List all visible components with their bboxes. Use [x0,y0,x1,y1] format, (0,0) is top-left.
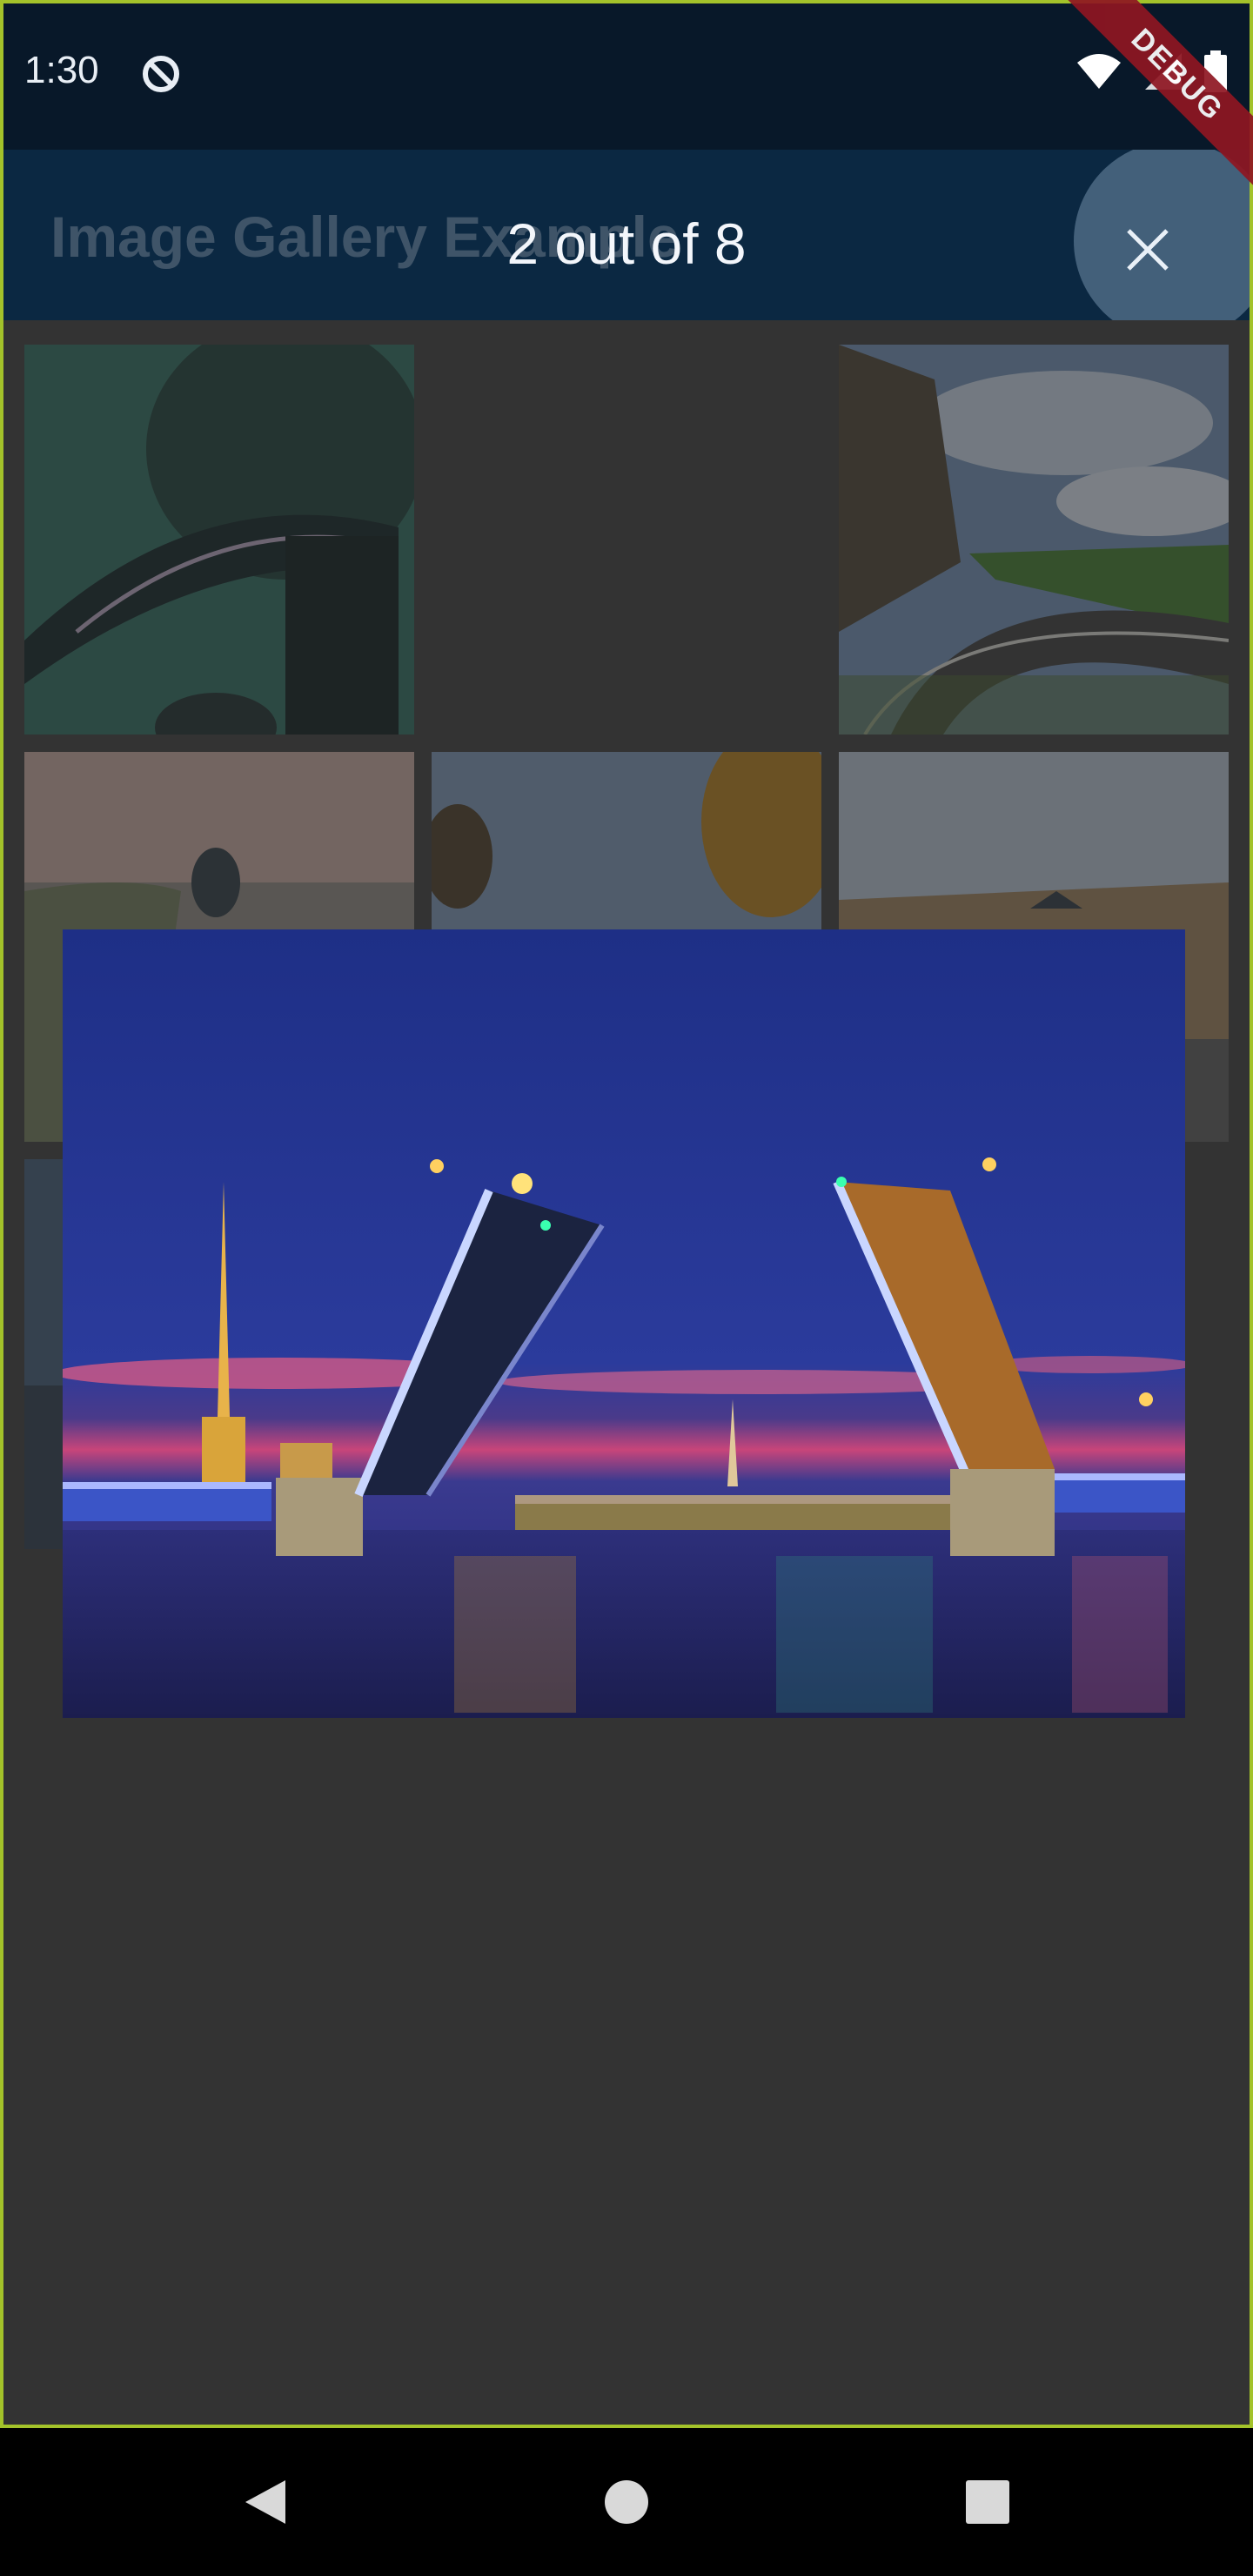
image-counter: 2 out of 8 [506,211,747,276]
sync-ring-icon [143,56,179,92]
close-icon [1127,229,1169,271]
status-time: 1:30 [24,49,99,91]
navigation-bar [0,2428,1253,2576]
wifi-icon [1077,54,1121,89]
close-button[interactable] [1074,150,1253,320]
fullscreen-photo[interactable] [63,929,1185,1718]
recents-icon[interactable] [957,2472,1018,2532]
back-icon[interactable] [235,2472,296,2532]
status-bar: 1:30 [0,0,1253,150]
app-bar: Image Gallery Example 2 out of 8 [0,150,1253,320]
home-icon[interactable] [596,2472,657,2532]
